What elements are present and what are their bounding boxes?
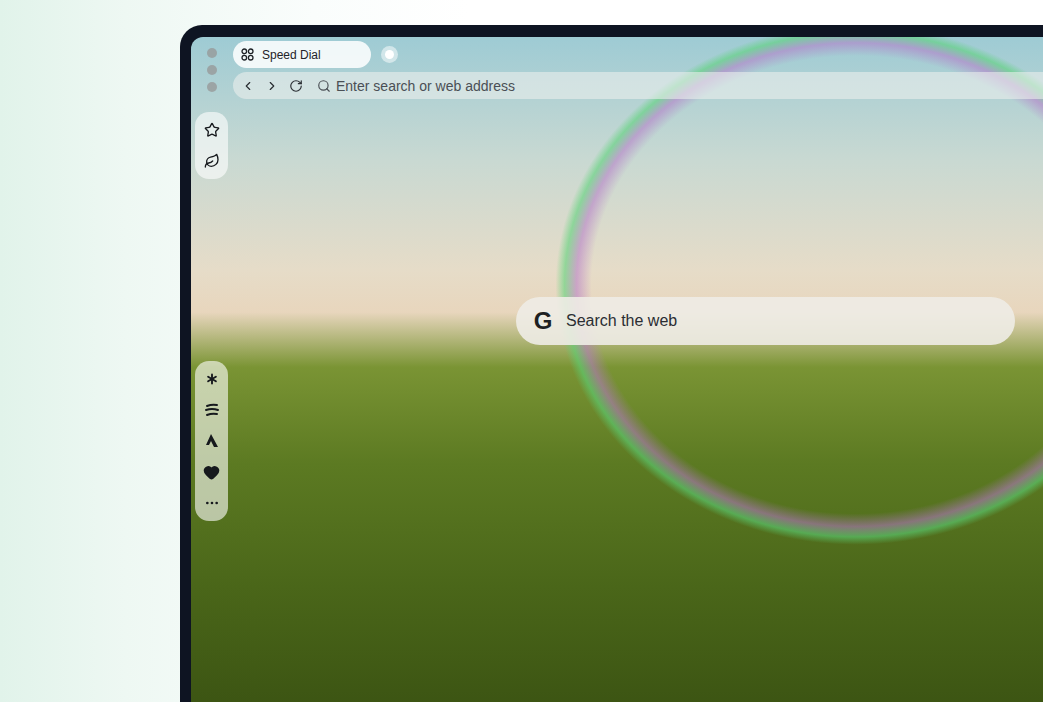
tab[interactable]: Speed Dial: [233, 41, 371, 68]
forward-button[interactable]: [265, 79, 279, 93]
peak-icon: [204, 433, 220, 449]
ellipsis-icon: [204, 495, 220, 511]
sidebar: [191, 99, 228, 702]
browser-frame: Speed Dial Enter search or web address G Se…: [180, 25, 1043, 702]
page-body: G Search the web: [191, 99, 1043, 702]
app-button[interactable]: [201, 461, 223, 483]
leaf-button[interactable]: [201, 150, 223, 172]
new-tab-button[interactable]: [381, 46, 398, 63]
app-button[interactable]: [201, 430, 223, 452]
window-controls: [191, 37, 233, 99]
asterisk-icon: [203, 370, 221, 388]
page: Speed Dial Enter search or web address G Se…: [0, 0, 1043, 702]
zoom-button[interactable]: [207, 82, 217, 92]
app-button[interactable]: [201, 368, 223, 390]
speed-dial: G Search the web: [228, 99, 1043, 702]
chevron-left-icon: [241, 79, 255, 93]
search-icon: [317, 79, 331, 93]
reload-button[interactable]: [289, 79, 303, 93]
tab-row: Speed Dial: [233, 41, 1043, 68]
close-button[interactable]: [207, 48, 217, 58]
browser-viewport: Speed Dial Enter search or web address G Se…: [191, 37, 1043, 702]
sidebar-apps-panel: [195, 361, 228, 521]
more-button[interactable]: [201, 492, 223, 514]
app-button[interactable]: [201, 399, 223, 421]
search-placeholder: Search the web: [566, 312, 677, 330]
bookmarks-button[interactable]: [201, 119, 223, 141]
google-logo-icon: G: [532, 309, 554, 333]
tab-label: Speed Dial: [262, 48, 321, 62]
leaf-icon: [204, 153, 220, 169]
heart-icon: [203, 464, 220, 481]
web-search-box[interactable]: G Search the web: [516, 297, 1015, 345]
browser-chrome: Speed Dial Enter search or web address: [191, 37, 1043, 99]
address-placeholder: Enter search or web address: [336, 78, 515, 94]
reload-icon: [289, 79, 303, 93]
minimize-button[interactable]: [207, 65, 217, 75]
back-button[interactable]: [241, 79, 255, 93]
address-input[interactable]: Enter search or web address: [317, 78, 1035, 94]
chrome-main: Speed Dial Enter search or web address: [233, 37, 1043, 99]
new-tab-icon: [385, 50, 394, 59]
address-bar: Enter search or web address: [233, 72, 1043, 99]
sidebar-top-panel: [195, 112, 228, 179]
speed-dial-icon: [241, 48, 254, 61]
chevron-right-icon: [265, 79, 279, 93]
wave-lines-icon: [204, 402, 220, 418]
star-icon: [204, 122, 220, 138]
